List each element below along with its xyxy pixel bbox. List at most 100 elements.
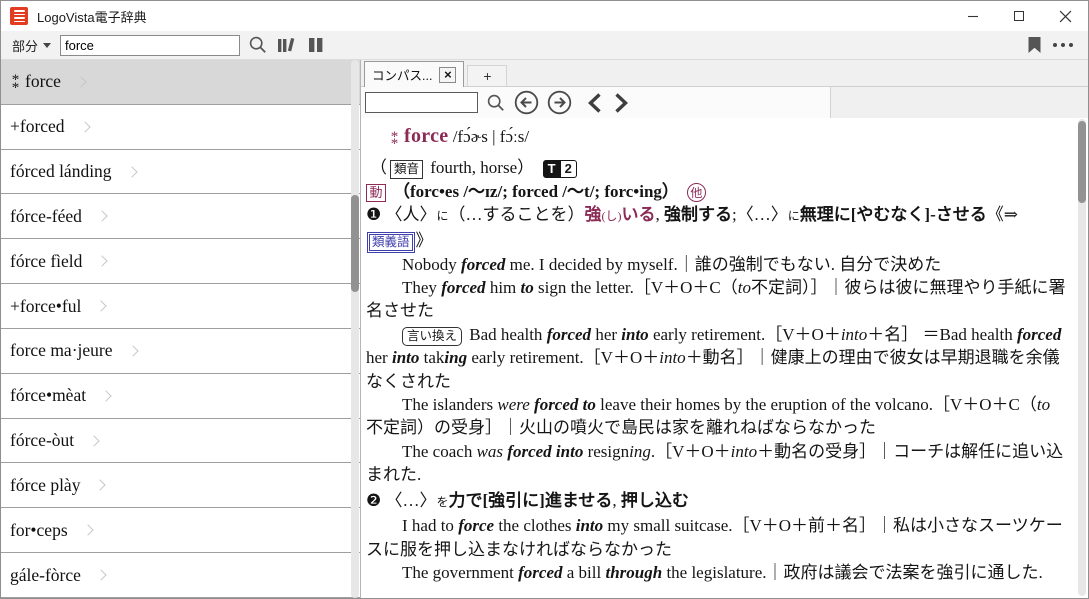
text-run: 》: [416, 231, 433, 250]
word-list-item[interactable]: +force•ful: [1, 284, 360, 329]
text-run: forced: [534, 395, 578, 414]
text-run: ing: [444, 348, 467, 367]
text-run: ❷ 〈…〉: [366, 491, 437, 510]
word-list-item[interactable]: fórce•mèat: [1, 374, 360, 419]
word-list-item[interactable]: **force: [1, 60, 360, 105]
dictionary-library-button[interactable]: [276, 33, 298, 57]
word-label: fórce-féed: [10, 206, 82, 227]
text-run: 類音: [390, 160, 423, 179]
text-run: The government: [402, 563, 518, 582]
word-label: fórce-òut: [10, 430, 74, 451]
prev-chevron-icon: [586, 92, 604, 114]
word-label: +forced: [10, 116, 65, 137]
next-entry-button[interactable]: [612, 92, 630, 114]
word-list-item[interactable]: force ma·jeure: [1, 329, 360, 374]
word-list-item[interactable]: for•ceps: [1, 508, 360, 553]
text-run: the clothes: [494, 516, 576, 535]
text-run: 他: [687, 183, 706, 202]
frequency-marker: **: [389, 131, 400, 146]
text-run: sign the letter.［V＋O＋C（: [534, 278, 738, 297]
text-run: into: [841, 325, 867, 344]
search-input[interactable]: [60, 35, 240, 56]
text-run: 無理に[やむなく]-させる: [800, 205, 987, 224]
prev-entry-button[interactable]: [586, 92, 604, 114]
text-run: the legislature.｜政府は議会で法案を強引に通した.: [662, 563, 1043, 582]
entry-paragraph: I had to force the clothes into my small…: [366, 514, 1068, 561]
word-list-item[interactable]: fórce plày: [1, 463, 360, 508]
bookmark-button[interactable]: [1023, 33, 1045, 57]
text-run: her: [591, 325, 621, 344]
entry-paragraph: They forced him to sign the letter.［V＋O＋…: [366, 276, 1068, 323]
entry-paragraph: ❷ 〈…〉を力で[強引に]進ませる, 押し込む: [366, 489, 1068, 514]
text-run: に: [437, 209, 449, 223]
word-list-item[interactable]: fórce fìeld: [1, 239, 360, 284]
minimize-icon: [967, 10, 979, 22]
text-run: fourth, horse）: [426, 158, 543, 177]
text-run: 力で[強引に]進ませる: [449, 491, 613, 510]
text-run: ❶ 〈人〉: [366, 205, 437, 224]
word-list-item[interactable]: fórce-òut: [1, 419, 360, 464]
chevron-right-icon: [95, 480, 106, 491]
word-list-item[interactable]: fórce-féed: [1, 194, 360, 239]
text-run: force: [458, 516, 494, 535]
word-label: for•ceps: [10, 520, 68, 541]
window-controls: [950, 1, 1088, 31]
window-title: LogoVista電子辞典: [37, 7, 950, 26]
text-run: forced: [507, 442, 551, 461]
history-back-button[interactable]: [514, 90, 539, 115]
text-run: They: [402, 278, 441, 297]
pronunciation: /fɔ́ɚs | fɔ́ːs/: [448, 127, 529, 146]
chevron-right-icon: [126, 166, 137, 177]
entry-paragraph: The coach was forced into resigning.［V＋O…: [366, 440, 1068, 487]
entry-paragraph: 言い換え Bad health forced her into early re…: [366, 323, 1068, 393]
sidebar-scrollbar-thumb[interactable]: [351, 195, 359, 292]
text-run: T: [543, 160, 561, 178]
history-forward-button[interactable]: [547, 90, 572, 115]
content-scrollbar[interactable]: [1078, 119, 1086, 596]
text-run: her: [366, 348, 392, 367]
book-view-button[interactable]: [305, 33, 327, 57]
text-run: to: [738, 278, 751, 297]
text-run: was: [477, 442, 503, 461]
headword: force: [404, 125, 448, 147]
text-run: early retirement.［V＋O＋: [649, 325, 841, 344]
text-run: into: [556, 442, 583, 461]
entry-body: **force /fɔ́ɚs | fɔ́ːs/（類音 fourth, horse…: [361, 118, 1088, 598]
new-tab-button[interactable]: +: [467, 65, 507, 86]
tab-close-button[interactable]: ×: [439, 67, 456, 83]
entry-search-input[interactable]: [365, 92, 478, 113]
back-circle-arrow-icon: [514, 90, 539, 115]
sidebar: **force +forced fórced lánding fórce-féed fó…: [1, 60, 361, 598]
tab-label: コンパス...: [372, 65, 432, 84]
word-list-item[interactable]: fórced lánding: [1, 150, 360, 195]
maximize-icon: [1014, 11, 1024, 21]
text-run: The coach: [402, 442, 477, 461]
forward-circle-arrow-icon: [547, 90, 572, 115]
entry-paragraph: ❶ 〈人〉に（…することを）強(し)いる, 強制する;〈…〉に無理に[やむなく]…: [366, 203, 1068, 252]
more-menu-button[interactable]: [1052, 33, 1074, 57]
text-run: I had to: [402, 516, 458, 535]
entry-search-button[interactable]: [486, 93, 506, 113]
text-run: ,: [656, 205, 665, 224]
chevron-right-icon: [96, 300, 107, 311]
word-list-item[interactable]: +forced: [1, 105, 360, 150]
word-list-item[interactable]: gále-fòrce: [1, 553, 360, 598]
maximize-button[interactable]: [996, 1, 1042, 31]
close-button[interactable]: [1042, 1, 1088, 31]
tab-compass-dictionary[interactable]: コンパス... ×: [364, 61, 464, 87]
text-run: いる: [622, 205, 656, 224]
text-run: (し): [602, 209, 622, 223]
entry-paragraph: The islanders were forced to leave their…: [366, 393, 1068, 440]
minimize-button[interactable]: [950, 1, 996, 31]
chevron-right-icon: [95, 569, 106, 580]
search-icon: [248, 35, 268, 55]
sidebar-scrollbar[interactable]: [351, 60, 359, 598]
text-run: into: [621, 325, 648, 344]
content-scrollbar-thumb[interactable]: [1078, 121, 1086, 203]
synonym-link[interactable]: 類義語: [367, 232, 415, 253]
bookmark-icon: [1027, 36, 1042, 54]
search-button[interactable]: [247, 33, 269, 57]
text-run: were: [497, 395, 529, 414]
close-icon: [1059, 10, 1072, 23]
search-mode-dropdown[interactable]: 部分: [10, 34, 53, 57]
